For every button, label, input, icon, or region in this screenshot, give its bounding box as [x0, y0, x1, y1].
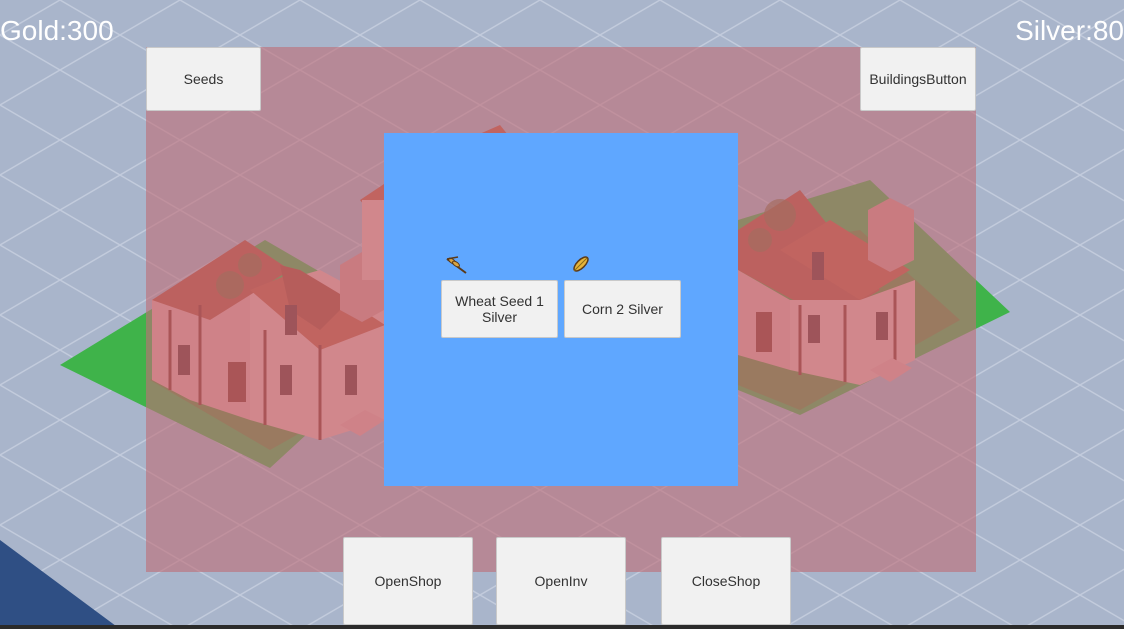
buildings-button[interactable]: BuildingsButton — [860, 47, 976, 111]
seeds-button[interactable]: Seeds — [146, 47, 261, 111]
buy-corn-button[interactable]: Corn 2 Silver — [564, 280, 681, 338]
seeds-panel — [384, 133, 738, 486]
buy-wheat-seed-button[interactable]: Wheat Seed 1 Silver — [441, 280, 558, 338]
close-shop-button[interactable]: CloseShop — [661, 537, 791, 625]
wheat-icon — [446, 256, 467, 274]
open-inventory-button[interactable]: OpenInv — [496, 537, 626, 625]
open-shop-button[interactable]: OpenShop — [343, 537, 473, 625]
screen-bottom-border — [0, 625, 1124, 629]
corn-icon — [573, 256, 589, 272]
gold-counter: Gold:300 — [0, 15, 114, 46]
silver-counter: Silver:80 — [1015, 15, 1124, 46]
